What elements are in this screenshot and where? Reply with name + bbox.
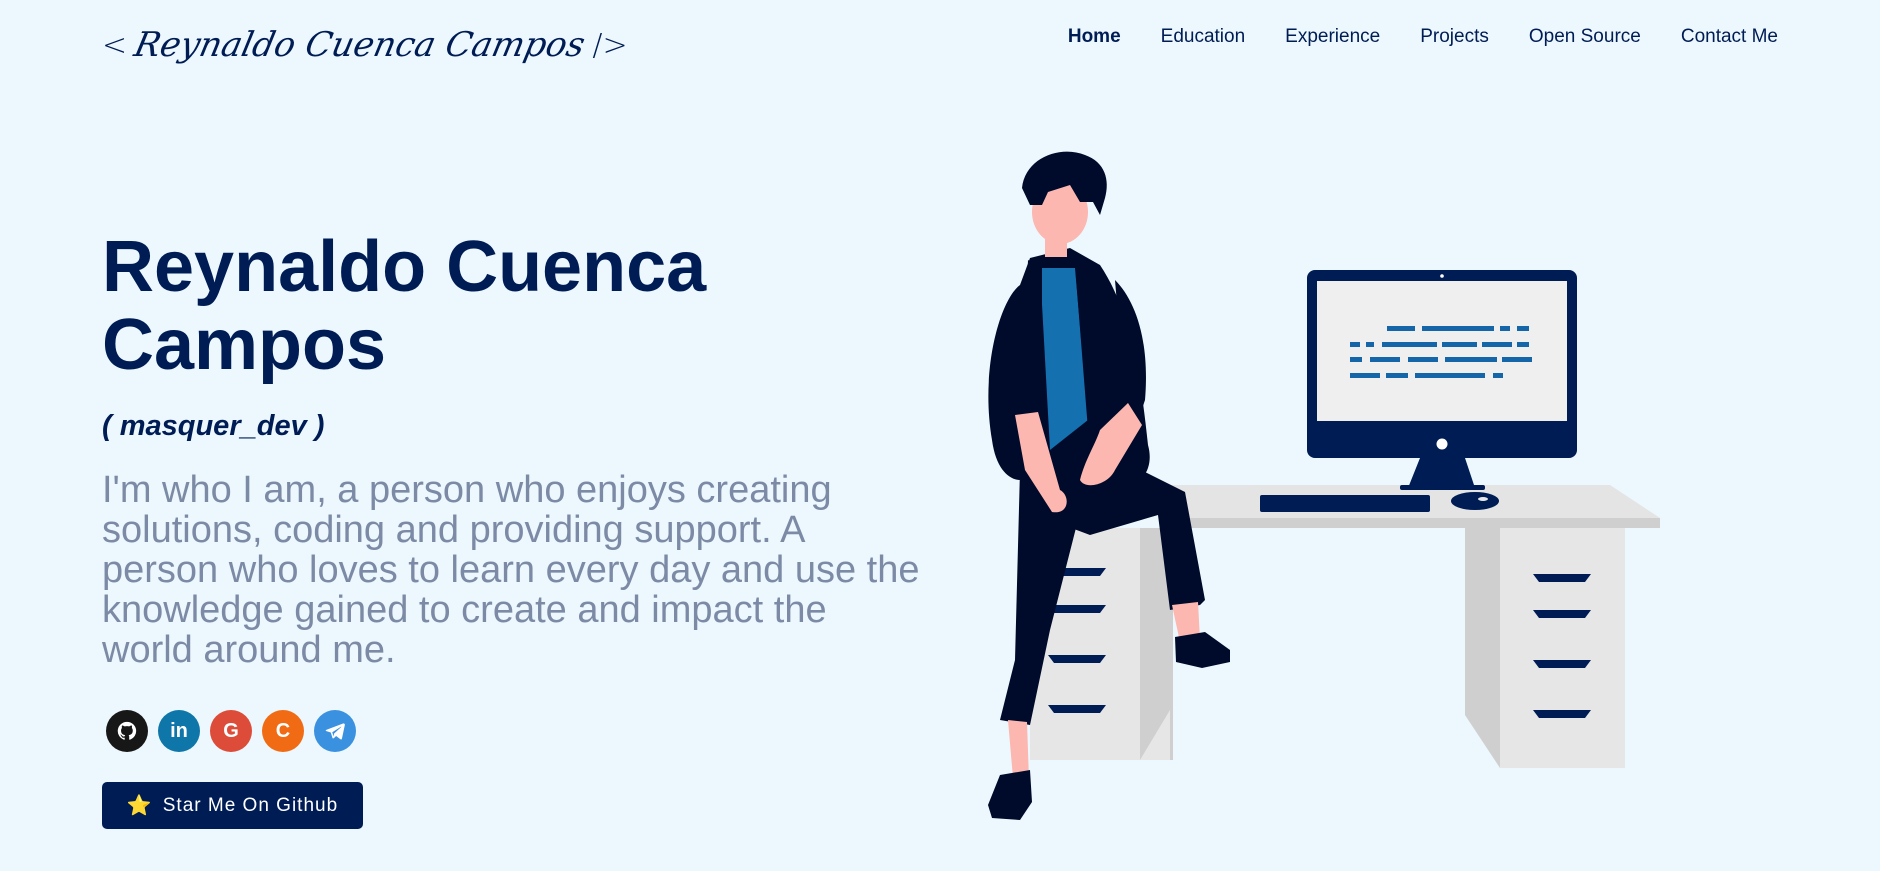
codesandbox-icon[interactable]: C bbox=[262, 710, 304, 752]
google-icon[interactable]: G bbox=[210, 710, 252, 752]
linkedin-glyph: in bbox=[170, 719, 188, 742]
keyboard bbox=[1260, 495, 1430, 512]
star-on-github-button[interactable]: ⭐ Star Me On Github bbox=[102, 782, 363, 829]
hero-handle: ( masquer_dev ) bbox=[102, 410, 325, 442]
logo-open-bracket: < bbox=[102, 27, 128, 63]
logo-close-bracket: /> bbox=[592, 27, 628, 63]
social-links: in G C bbox=[106, 710, 356, 752]
nav-projects[interactable]: Projects bbox=[1420, 26, 1489, 48]
site-logo[interactable]: < Reynaldo Cuenca Campos /> bbox=[102, 14, 628, 76]
developer-desk-illustration bbox=[988, 151, 1660, 820]
nav-experience[interactable]: Experience bbox=[1285, 26, 1380, 48]
telegram-icon[interactable] bbox=[314, 710, 356, 752]
github-icon[interactable] bbox=[106, 710, 148, 752]
hero-title: Reynaldo Cuenca Campos bbox=[102, 227, 707, 385]
google-glyph: G bbox=[223, 719, 239, 742]
nav-contact-me[interactable]: Contact Me bbox=[1681, 26, 1778, 48]
monitor bbox=[1307, 270, 1577, 490]
linkedin-icon[interactable]: in bbox=[158, 710, 200, 752]
nav-open-source[interactable]: Open Source bbox=[1529, 26, 1641, 48]
star-button-label: Star Me On Github bbox=[162, 794, 339, 816]
nav-education[interactable]: Education bbox=[1161, 26, 1246, 48]
codesandbox-glyph: C bbox=[275, 719, 291, 742]
mouse bbox=[1451, 492, 1499, 510]
main-nav: Home Education Experience Projects Open … bbox=[1068, 26, 1778, 48]
desk bbox=[1030, 485, 1660, 768]
hero-bio: I'm who I am, a person who enjoys creati… bbox=[102, 469, 920, 671]
logo-signature: Reynaldo Cuenca Campos bbox=[130, 25, 589, 65]
star-icon: ⭐ bbox=[126, 795, 153, 817]
nav-home[interactable]: Home bbox=[1068, 26, 1121, 48]
